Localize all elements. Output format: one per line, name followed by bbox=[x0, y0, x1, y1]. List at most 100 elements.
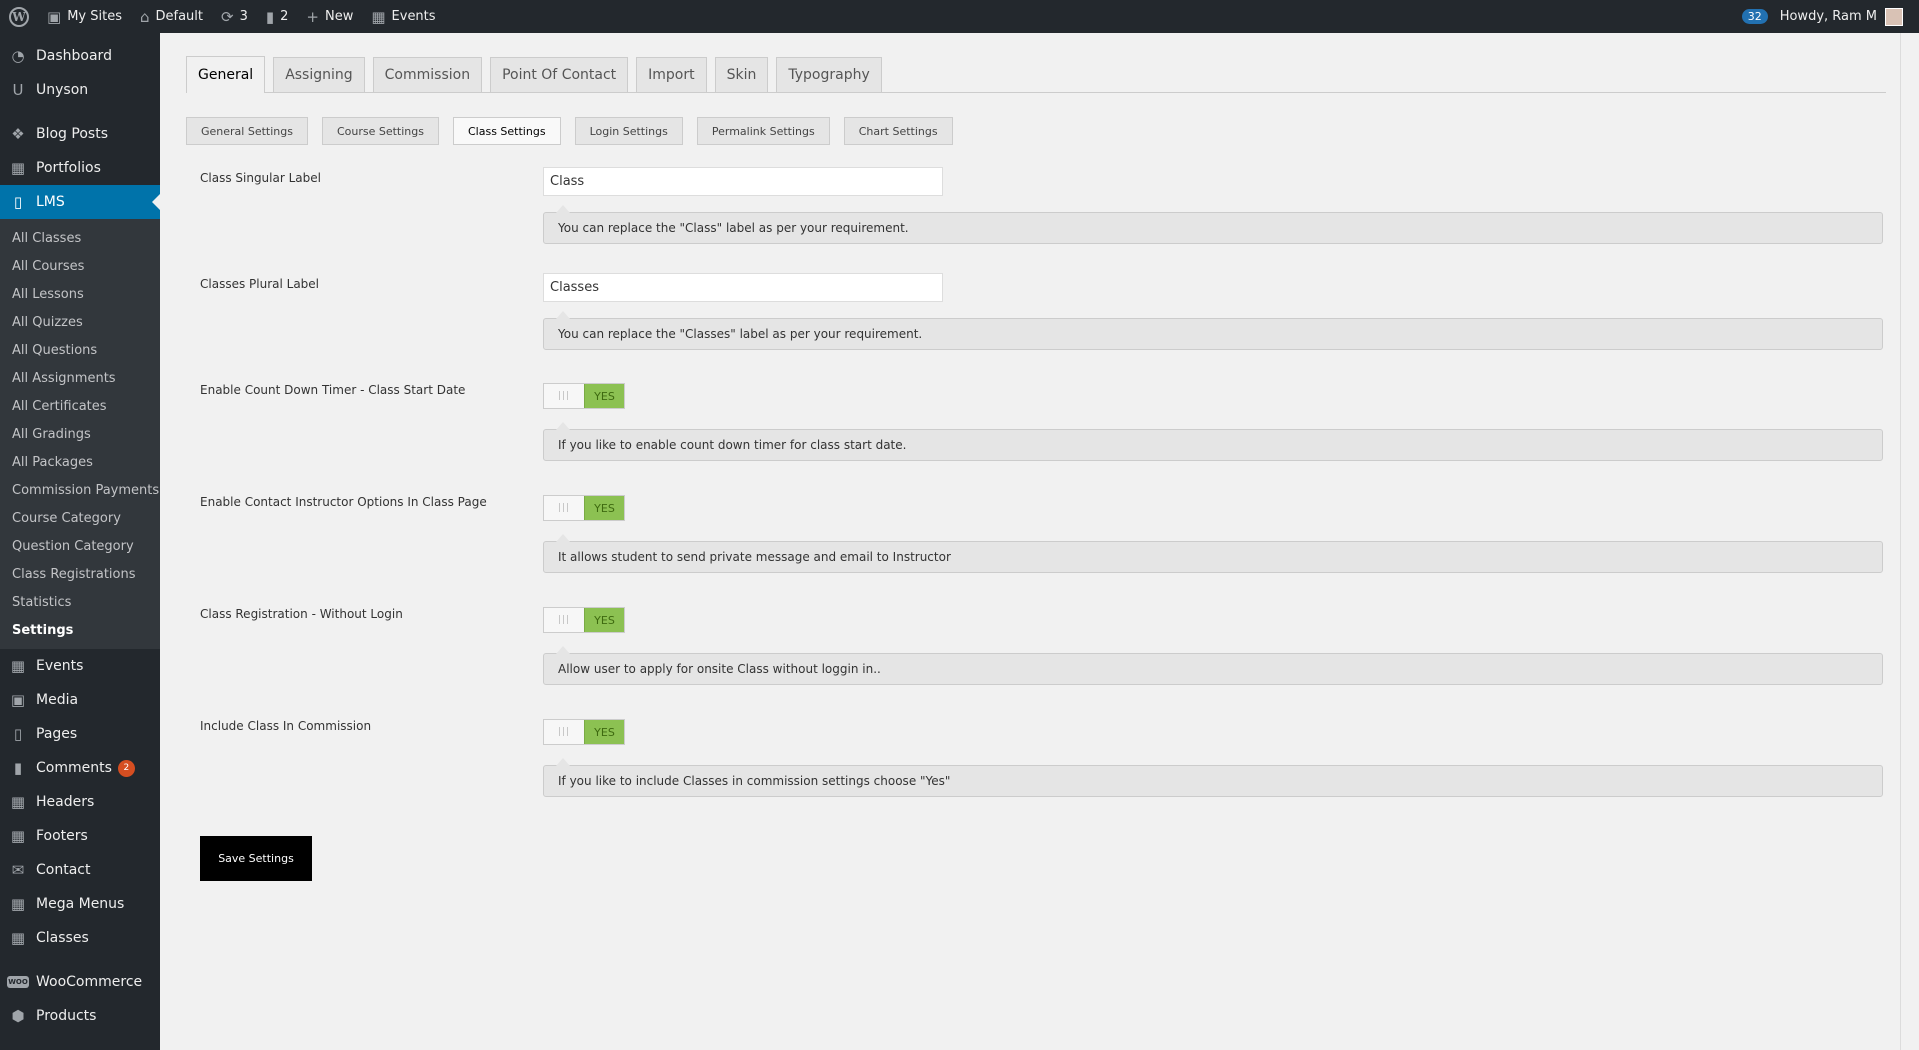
submenu-class-registrations[interactable]: Class Registrations bbox=[0, 561, 160, 589]
updates-icon: ⟳ bbox=[221, 7, 234, 26]
new-content-menu[interactable]: + New bbox=[297, 0, 362, 33]
comments-menu[interactable]: ▮ 2 bbox=[257, 0, 298, 33]
portfolio-icon: ▦ bbox=[10, 159, 26, 177]
woo-icon: WOO bbox=[7, 976, 29, 988]
include-commission-toggle[interactable]: ||| YES bbox=[543, 719, 625, 745]
tab-skin[interactable]: Skin bbox=[714, 57, 769, 92]
countdown-toggle[interactable]: ||| YES bbox=[543, 383, 625, 409]
sidebar-item-media[interactable]: ▣ Media bbox=[0, 683, 160, 717]
notifications-badge[interactable]: 32 bbox=[1741, 9, 1768, 24]
sidebar-item-blog-posts[interactable]: ❖ Blog Posts bbox=[0, 117, 160, 151]
primary-tabs: General Assigning Commission Point Of Co… bbox=[186, 56, 1886, 93]
sidebar-item-footers[interactable]: ▦ Footers bbox=[0, 819, 160, 853]
setting-label: Include Class In Commission bbox=[200, 719, 372, 733]
subtab-login-settings[interactable]: Login Settings bbox=[574, 117, 683, 145]
setting-label: Enable Contact Instructor Options In Cla… bbox=[200, 495, 487, 509]
setting-description: If you like to include Classes in commis… bbox=[543, 758, 1883, 797]
save-settings-button[interactable]: Save Settings bbox=[200, 836, 312, 881]
tab-typography[interactable]: Typography bbox=[776, 57, 882, 92]
pin-icon: ❖ bbox=[11, 125, 25, 143]
calendar-icon: ▦ bbox=[10, 929, 26, 947]
subtab-class-settings[interactable]: Class Settings bbox=[453, 117, 561, 145]
submenu-course-category[interactable]: Course Category bbox=[0, 505, 160, 533]
sidebar-item-lms[interactable]: ▯ LMS bbox=[0, 185, 160, 219]
comment-bubble-icon: ▮ bbox=[265, 7, 275, 26]
toggle-grip-icon: ||| bbox=[544, 720, 584, 744]
submenu-all-certificates[interactable]: All Certificates bbox=[0, 393, 160, 421]
classes-plural-input[interactable] bbox=[543, 273, 943, 302]
setting-description: You can replace the "Class" label as per… bbox=[543, 205, 1883, 244]
submenu-all-packages[interactable]: All Packages bbox=[0, 449, 160, 477]
products-icon: ⬢ bbox=[11, 1007, 25, 1025]
sidebar-item-portfolios[interactable]: ▦ Portfolios bbox=[0, 151, 160, 185]
submenu-all-questions[interactable]: All Questions bbox=[0, 337, 160, 365]
subtab-course-settings[interactable]: Course Settings bbox=[321, 117, 439, 145]
comment-icon: ▮ bbox=[13, 759, 23, 777]
sidebar-item-woocommerce[interactable]: WOO WooCommerce bbox=[0, 965, 160, 999]
tab-general[interactable]: General bbox=[186, 56, 266, 93]
calendar-icon: ▦ bbox=[10, 657, 26, 675]
submenu-all-quizzes[interactable]: All Quizzes bbox=[0, 309, 160, 337]
sidebar-item-mega-menus[interactable]: ▦ Mega Menus bbox=[0, 887, 160, 921]
book-icon: ▯ bbox=[13, 193, 23, 211]
scrollbar[interactable] bbox=[1900, 33, 1919, 1050]
main-content: General Assigning Commission Point Of Co… bbox=[160, 33, 1900, 1050]
contact-instructor-toggle[interactable]: ||| YES bbox=[543, 495, 625, 521]
sidebar-item-products[interactable]: ⬢ Products bbox=[0, 999, 160, 1033]
media-icon: ▣ bbox=[10, 691, 26, 709]
grid-icon: ▦ bbox=[10, 793, 26, 811]
updates-menu[interactable]: ⟳ 3 bbox=[212, 0, 257, 33]
submenu-all-courses[interactable]: All Courses bbox=[0, 253, 160, 281]
my-sites-menu[interactable]: ▣ My Sites bbox=[38, 0, 131, 33]
sidebar-item-comments[interactable]: ▮ Comments 2 bbox=[0, 751, 160, 785]
setting-label: Enable Count Down Timer - Class Start Da… bbox=[200, 383, 466, 397]
sidebar-item-dashboard[interactable]: ◔ Dashboard bbox=[0, 39, 160, 73]
toggle-grip-icon: ||| bbox=[544, 608, 584, 632]
subtab-chart-settings[interactable]: Chart Settings bbox=[843, 117, 953, 145]
submenu-question-category[interactable]: Question Category bbox=[0, 533, 160, 561]
tab-commission[interactable]: Commission bbox=[372, 57, 483, 92]
avatar[interactable] bbox=[1885, 7, 1903, 26]
submenu-all-gradings[interactable]: All Gradings bbox=[0, 421, 160, 449]
submenu-commission-payments[interactable]: Commission Payments bbox=[0, 477, 160, 505]
admin-bar: W ▣ My Sites ⌂ Default ⟳ 3 ▮ 2 + New ▦ Events … bbox=[0, 0, 1919, 33]
class-singular-input[interactable] bbox=[543, 167, 943, 196]
envelope-icon: ✉ bbox=[11, 861, 25, 879]
submenu-all-classes[interactable]: All Classes bbox=[0, 225, 160, 253]
site-name-menu[interactable]: ⌂ Default bbox=[131, 0, 212, 33]
submenu-settings[interactable]: Settings bbox=[0, 617, 160, 645]
subtab-permalink-settings[interactable]: Permalink Settings bbox=[696, 117, 830, 145]
sidebar-item-events[interactable]: ▦ Events bbox=[0, 649, 160, 683]
comments-count-badge: 2 bbox=[117, 759, 135, 777]
sidebar-item-contact[interactable]: ✉ Contact bbox=[0, 853, 160, 887]
unyson-icon: U bbox=[12, 81, 24, 99]
submenu-statistics[interactable]: Statistics bbox=[0, 589, 160, 617]
setting-description: If you like to enable count down timer f… bbox=[543, 422, 1883, 461]
toggle-grip-icon: ||| bbox=[544, 384, 584, 408]
events-menu[interactable]: ▦ Events bbox=[362, 0, 444, 33]
wp-logo-menu[interactable]: W bbox=[0, 0, 38, 33]
setting-label: Class Registration - Without Login bbox=[200, 607, 403, 621]
setting-description: It allows student to send private messag… bbox=[543, 534, 1883, 573]
plus-icon: + bbox=[306, 7, 319, 26]
admin-sidebar: ◔ Dashboard U Unyson ❖ Blog Posts ▦ Portfoli… bbox=[0, 33, 160, 1050]
tab-assigning[interactable]: Assigning bbox=[273, 57, 365, 92]
setting-label: Classes Plural Label bbox=[200, 277, 320, 291]
setting-description: Allow user to apply for onsite Class wit… bbox=[543, 646, 1883, 685]
grid-icon: ▦ bbox=[10, 895, 26, 913]
howdy-user-menu[interactable]: Howdy, Ram M bbox=[1780, 9, 1877, 24]
secondary-tabs: General Settings Course Settings Class S… bbox=[186, 117, 1886, 145]
lms-submenu: All Classes All Courses All Lessons All … bbox=[0, 219, 160, 649]
tab-import[interactable]: Import bbox=[636, 57, 707, 92]
sidebar-item-classes[interactable]: ▦ Classes bbox=[0, 921, 160, 955]
sidebar-item-pages[interactable]: ▯ Pages bbox=[0, 717, 160, 751]
subtab-general-settings[interactable]: General Settings bbox=[186, 117, 308, 145]
toggle-grip-icon: ||| bbox=[544, 496, 584, 520]
tab-point-of-contact[interactable]: Point Of Contact bbox=[490, 57, 629, 92]
submenu-all-assignments[interactable]: All Assignments bbox=[0, 365, 160, 393]
sidebar-item-headers[interactable]: ▦ Headers bbox=[0, 785, 160, 819]
registration-without-login-toggle[interactable]: ||| YES bbox=[543, 607, 625, 633]
submenu-all-lessons[interactable]: All Lessons bbox=[0, 281, 160, 309]
sidebar-item-unyson[interactable]: U Unyson bbox=[0, 73, 160, 107]
setting-description: You can replace the "Classes" label as p… bbox=[543, 311, 1883, 350]
